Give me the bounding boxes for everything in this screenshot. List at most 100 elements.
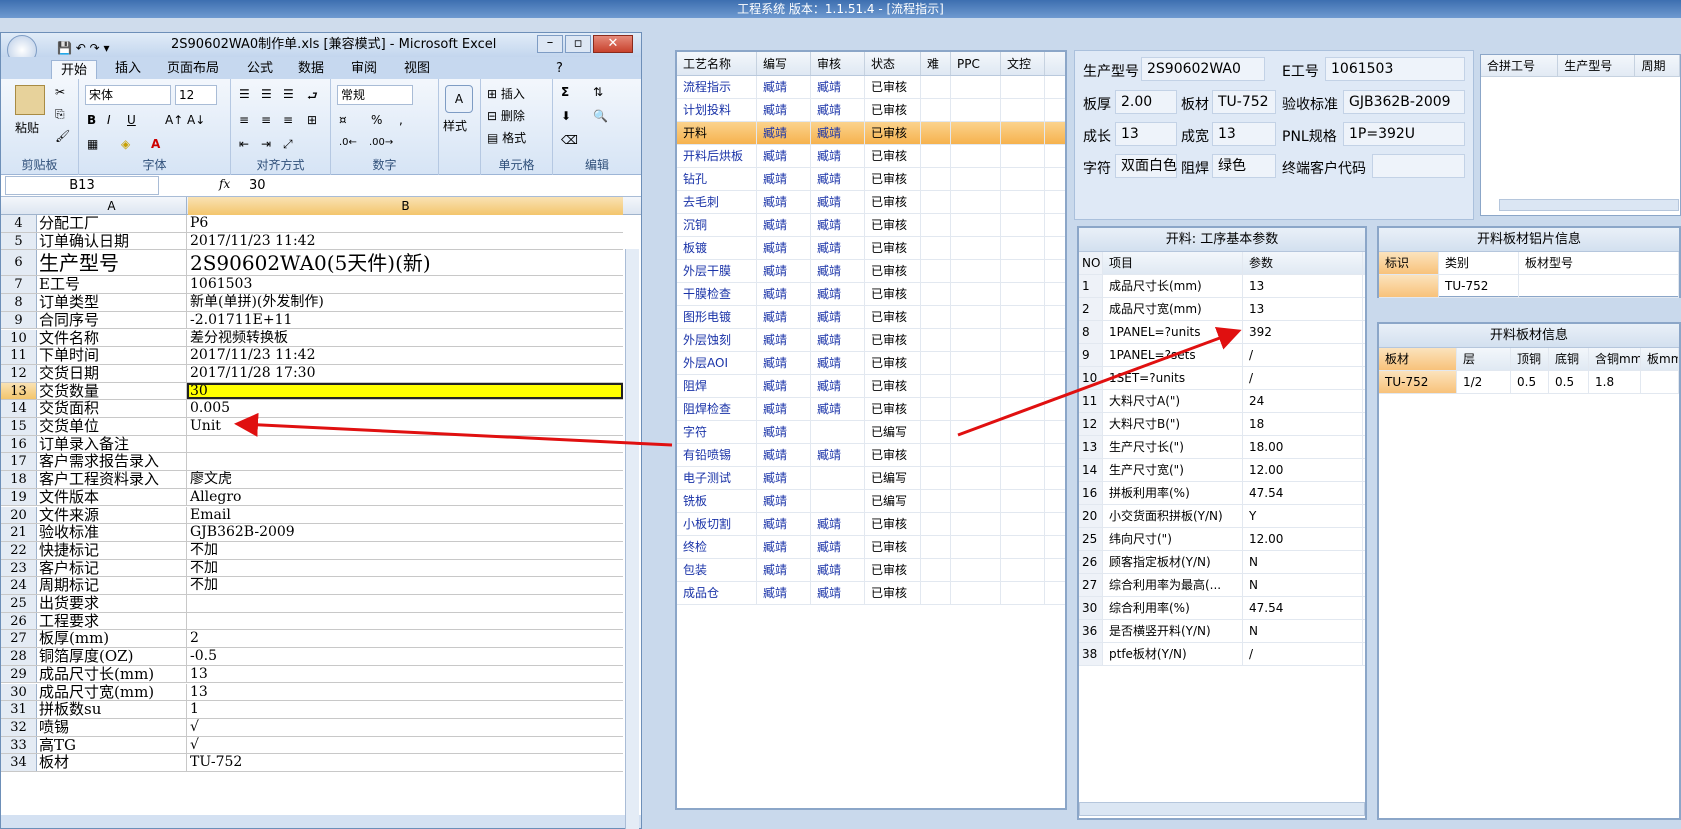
cell-b[interactable]: 新单(单拼)(外发制作) [187,294,623,311]
process-row[interactable]: 沉铜 臧靖 臧靖 已审核 [677,214,1065,237]
sheet-row[interactable]: 30 成品尺寸宽(mm) 13 [1,683,623,702]
cell-b[interactable]: Email [187,507,623,524]
tab-review[interactable]: 审阅 [351,59,377,79]
sheet-row[interactable]: 9 合同序号 -2.01711E+11 [1,311,623,330]
font-color-icon[interactable]: A [151,137,160,151]
cell-a[interactable]: 高TG [37,736,187,754]
model-field[interactable]: 2S90602WA0 [1141,57,1265,81]
mask-field[interactable]: 绿色 [1212,154,1276,178]
styles-button[interactable]: 样式 [443,117,467,134]
customer-code-field[interactable] [1372,154,1465,178]
cell-b[interactable]: √ [187,719,623,736]
shrink-font-icon[interactable]: A↓ [187,113,205,127]
column-a-header[interactable]: A [37,197,187,215]
number-format-select[interactable]: 常规 [337,85,413,105]
cell-b[interactable]: 1061503 [187,276,623,293]
width-field[interactable]: 13 [1212,122,1276,146]
cell-b[interactable]: 不加 [187,560,623,577]
cell-a[interactable]: 生产型号 [37,250,187,276]
param-row[interactable]: 13 生产尺寸长(") 18.00 [1079,436,1365,459]
decrease-indent-icon[interactable]: ⇤ [239,137,249,151]
param-row[interactable]: 14 生产尺寸宽(") 12.00 [1079,459,1365,482]
tab-formulas[interactable]: 公式 [247,59,273,79]
process-row[interactable]: 阻焊 臧靖 臧靖 已审核 [677,375,1065,398]
params-hscrollbar[interactable] [1079,802,1365,816]
process-row[interactable]: 钻孔 臧靖 臧靖 已审核 [677,168,1065,191]
cell-b[interactable]: 2017/11/23 11:42 [187,347,623,364]
param-row[interactable]: 12 大料尺寸B(") 18 [1079,413,1365,436]
column-b-header[interactable]: B [188,197,623,215]
cell-b[interactable]: 1 [187,701,623,718]
align-left-icon[interactable]: ≡ [239,113,249,127]
font-name-select[interactable]: 宋体 [85,85,171,105]
pnl-field[interactable]: 1P=392U [1343,122,1465,146]
maximize-icon[interactable]: ▫ [565,35,591,53]
col-layer[interactable]: 层 [1457,348,1511,370]
process-row[interactable]: 终检 臧靖 臧靖 已审核 [677,536,1065,559]
cell-b[interactable] [187,453,623,470]
sheet-row[interactable]: 24 周期标记 不加 [1,577,623,595]
combined-hscrollbar[interactable] [1499,199,1679,211]
process-row[interactable]: 电子测试 臧靖 已编写 [677,467,1065,490]
row-number[interactable]: 21 [1,524,37,541]
param-row[interactable]: 2 成品尺寸宽(mm) 13 [1079,298,1365,321]
align-top-icon[interactable]: ☰ [239,87,250,101]
cell-a[interactable]: 出货要求 [37,595,187,612]
italic-icon[interactable]: I [107,113,111,127]
row-number[interactable]: 33 [1,736,37,754]
col-item[interactable]: 项目 [1103,252,1243,274]
tab-insert[interactable]: 插入 [115,59,141,79]
row-number[interactable]: 23 [1,559,37,577]
sheet-row[interactable]: 26 工程要求 [1,612,623,631]
sheet-row[interactable]: 32 喷锡 √ [1,718,623,737]
cell-a[interactable]: 板厚(mm) [37,630,187,648]
row-number[interactable]: 32 [1,718,37,736]
sheet-row[interactable]: 17 客户需求报告录入 [1,453,623,472]
cell-b[interactable]: 2017/11/23 11:42 [187,233,623,250]
cell-a[interactable]: 喷锡 [37,718,187,736]
cell-a[interactable]: 订单类型 [37,294,187,311]
param-row[interactable]: 26 顾客指定板材(Y/N) N [1079,551,1365,574]
sheet-row[interactable]: 4 分配工厂 P6 [1,215,623,233]
wrap-text-icon[interactable]: ⮐ [307,87,318,108]
col-copper-mm[interactable]: 含铜mm [1589,348,1641,370]
tab-page-layout[interactable]: 页面布局 [167,59,219,79]
thickness-field[interactable]: 2.00 [1115,90,1177,114]
process-row[interactable]: 干膜检查 臧靖 臧靖 已审核 [677,283,1065,306]
sheet-row[interactable]: 23 客户标记 不加 [1,559,623,578]
cell-b[interactable]: GJB362B-2009 [187,524,623,541]
col-combined-period[interactable]: 周期 [1635,55,1681,76]
comma-icon[interactable]: , [399,113,403,127]
align-bottom-icon[interactable]: ☰ [283,87,294,101]
cell-a[interactable]: 周期标记 [37,577,187,594]
fill-icon[interactable]: ⬇ [561,109,571,123]
sheet-row[interactable]: 29 成品尺寸长(mm) 13 [1,665,623,684]
find-icon[interactable]: 🔍 [593,109,608,123]
board-photo-row[interactable]: TU-752 [1379,275,1679,298]
orientation-icon[interactable]: ⤢ [283,137,293,152]
paste-button[interactable]: 粘贴 [15,119,39,136]
sheet-row[interactable]: 22 快捷标记 不加 [1,541,623,560]
process-row[interactable]: 铣板 臧靖 已编写 [677,490,1065,513]
col-ppc[interactable]: PPC [951,52,1001,75]
cell-a[interactable]: 文件名称 [37,329,187,347]
param-row[interactable]: 25 纬向尺寸(") 12.00 [1079,528,1365,551]
cell-b[interactable]: 13 [187,666,623,683]
help-icon[interactable]: ? [556,59,563,79]
cell-a[interactable]: 分配工厂 [37,215,187,232]
process-row[interactable]: 外层AOI 臧靖 臧靖 已审核 [677,352,1065,375]
process-row[interactable]: 有铅喷锡 臧靖 臧靖 已审核 [677,444,1065,467]
col-combined-eno[interactable]: 合拼工号 [1481,55,1559,76]
cell-b[interactable] [187,613,623,630]
cell-b[interactable]: -2.01711E+11 [187,312,623,329]
cut-icon[interactable]: ✂ [55,85,65,99]
process-row[interactable]: 开料后烘板 臧靖 臧靖 已审核 [677,145,1065,168]
row-number[interactable]: 9 [1,311,37,329]
length-field[interactable]: 13 [1115,122,1177,146]
cell-a[interactable]: 订单确认日期 [37,232,187,250]
cell-a[interactable]: 文件来源 [37,506,187,524]
row-number[interactable]: 7 [1,276,37,294]
sheet-row[interactable]: 13 交货数量 30 [1,382,623,401]
delete-cells-button[interactable]: ⊟ 删除 [487,107,525,124]
cell-b[interactable]: 差分视频转换板 [187,330,623,347]
